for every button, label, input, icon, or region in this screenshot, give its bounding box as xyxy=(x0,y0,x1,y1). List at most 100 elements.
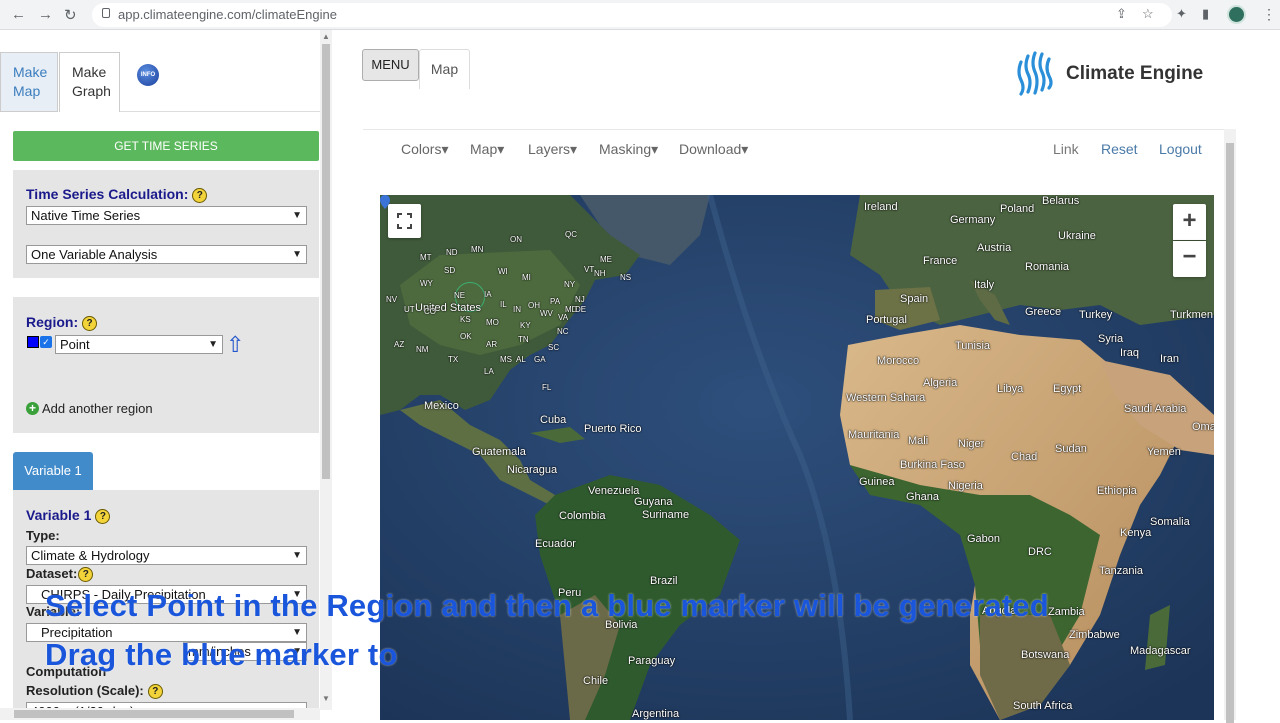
tab-map[interactable]: Map xyxy=(419,49,470,89)
map-label: Turkmen xyxy=(1170,309,1213,321)
reload-icon[interactable]: ↻ xyxy=(64,6,77,24)
scrollbar-thumb[interactable] xyxy=(1226,143,1234,723)
map-label: NJ xyxy=(575,295,585,304)
map-label: QC xyxy=(565,230,577,239)
map-label: Greece xyxy=(1025,306,1062,318)
chevron-down-icon: ▼ xyxy=(292,249,302,260)
map-label: DE xyxy=(575,305,587,314)
map-label: Kenya xyxy=(1120,527,1152,539)
upload-arrow-icon[interactable]: ⇧ xyxy=(226,332,244,358)
profile-avatar[interactable] xyxy=(1227,5,1246,24)
map-label: Belarus xyxy=(1042,195,1080,207)
map-label: AR xyxy=(486,340,498,349)
region-select[interactable]: Point ▼ xyxy=(55,335,223,354)
map-label: Chad xyxy=(1011,451,1038,463)
masking-dropdown[interactable]: Masking▾ xyxy=(599,141,658,158)
analysis-type-select[interactable]: One Variable Analysis ▼ xyxy=(26,245,307,264)
map-label: MT xyxy=(420,253,432,262)
map-label: TN xyxy=(518,335,529,344)
variable-heading: Variable 1? xyxy=(26,507,111,524)
map-label: ME xyxy=(600,255,612,264)
add-region-link[interactable]: Add another region xyxy=(42,401,153,416)
region-color-swatch[interactable] xyxy=(27,336,39,348)
nav-label: Colors xyxy=(401,141,442,157)
add-region-icon[interactable]: + xyxy=(26,402,39,415)
satellite-map[interactable]: + − Ireland Germany Poland Belarus Ukraine Au… xyxy=(380,195,1214,720)
extensions-icon[interactable]: ✦ xyxy=(1176,6,1187,22)
scroll-up-icon[interactable]: ▲ xyxy=(322,32,330,41)
map-label: Oman xyxy=(1192,421,1214,433)
map-label: Romania xyxy=(1025,261,1070,273)
help-icon[interactable]: ? xyxy=(82,315,98,331)
region-heading: Region:? xyxy=(26,314,98,331)
tab-make-map[interactable]: Make Map xyxy=(0,52,58,112)
map-dropdown[interactable]: Map▾ xyxy=(470,141,504,158)
right-panel-scrollbar[interactable] xyxy=(1224,129,1236,723)
help-icon[interactable]: ? xyxy=(78,567,94,583)
map-label: ON xyxy=(510,235,522,244)
logout-button[interactable]: Logout xyxy=(1159,141,1202,157)
map-label: Tunisia xyxy=(955,340,991,352)
download-dropdown[interactable]: Download▾ xyxy=(679,141,748,158)
tab-variable-1[interactable]: Variable 1 xyxy=(13,452,93,490)
info-icon[interactable]: INFO xyxy=(137,64,159,86)
zoom-in-button[interactable]: + xyxy=(1173,204,1206,240)
back-icon[interactable]: ← xyxy=(11,6,26,23)
scrollbar-thumb[interactable] xyxy=(14,710,294,718)
map-label: DRC xyxy=(1028,546,1052,558)
map-label: FL xyxy=(542,383,552,392)
left-panel-hscrollbar[interactable] xyxy=(0,708,320,720)
map-label: Mali xyxy=(908,435,929,447)
address-bar[interactable]: app.climateengine.com/climateEngine ⇪ ☆ xyxy=(92,3,1172,27)
menu-button[interactable]: MENU xyxy=(362,49,419,81)
map-label: LA xyxy=(484,367,494,376)
select-value: Climate & Hydrology xyxy=(31,548,150,563)
menu-dots-icon[interactable]: ⋮ xyxy=(1262,6,1276,23)
forward-icon[interactable]: → xyxy=(38,6,53,23)
map-label: IA xyxy=(484,290,492,299)
map-label: OK xyxy=(460,332,472,341)
dataset-label: Dataset:? xyxy=(26,566,94,583)
heading-text: Time Series Calculation: xyxy=(26,186,189,202)
help-icon[interactable]: ? xyxy=(147,684,163,700)
sidepanel-icon[interactable]: ▮ xyxy=(1202,6,1209,22)
map-label: Iraq xyxy=(1120,347,1139,359)
map-label: UT xyxy=(404,305,415,314)
browser-toolbar: ← → ↻ app.climateengine.com/climateEngin… xyxy=(0,0,1280,30)
reset-button[interactable]: Reset xyxy=(1101,141,1138,157)
share-icon[interactable]: ⇪ xyxy=(1116,6,1127,22)
type-select[interactable]: Climate & Hydrology ▼ xyxy=(26,546,307,565)
map-label: Ireland xyxy=(864,201,898,213)
help-icon[interactable]: ? xyxy=(95,508,111,524)
map-label: Austria xyxy=(977,242,1012,254)
map-label: NE xyxy=(454,291,466,300)
zoom-out-button[interactable]: − xyxy=(1173,241,1206,277)
colors-dropdown[interactable]: Colors▾ xyxy=(401,141,449,158)
map-label: Western Sahara xyxy=(846,392,926,404)
map-label: Chile xyxy=(583,675,609,687)
type-label: Type: xyxy=(26,528,60,543)
map-label: Ecuador xyxy=(535,538,576,550)
map-label: Puerto Rico xyxy=(584,423,642,435)
heading-text: Region: xyxy=(26,314,79,330)
label-text: Dataset: xyxy=(26,566,78,581)
map-label: MN xyxy=(471,245,484,254)
region-checkbox[interactable]: ✓ xyxy=(40,336,52,348)
get-time-series-button[interactable]: GET TIME SERIES xyxy=(13,131,319,161)
help-icon[interactable]: ? xyxy=(192,187,208,203)
map-label: SC xyxy=(548,343,560,352)
scrollbar-thumb[interactable] xyxy=(322,44,330,479)
fullscreen-button[interactable] xyxy=(388,204,421,238)
layers-dropdown[interactable]: Layers▾ xyxy=(528,141,577,158)
map-marker-icon[interactable] xyxy=(380,195,390,209)
map-label: Botswana xyxy=(1021,649,1070,661)
time-series-calc-select[interactable]: Native Time Series ▼ xyxy=(26,206,307,225)
map-label: Zambia xyxy=(1048,606,1085,618)
star-icon[interactable]: ☆ xyxy=(1142,6,1154,22)
map-label: Egypt xyxy=(1053,383,1082,395)
map-label: South Africa xyxy=(1013,700,1073,712)
link-button[interactable]: Link xyxy=(1053,141,1079,157)
tab-make-graph[interactable]: Make Graph xyxy=(59,52,120,112)
map-label: MS xyxy=(500,355,512,364)
scroll-down-icon[interactable]: ▼ xyxy=(322,694,330,703)
